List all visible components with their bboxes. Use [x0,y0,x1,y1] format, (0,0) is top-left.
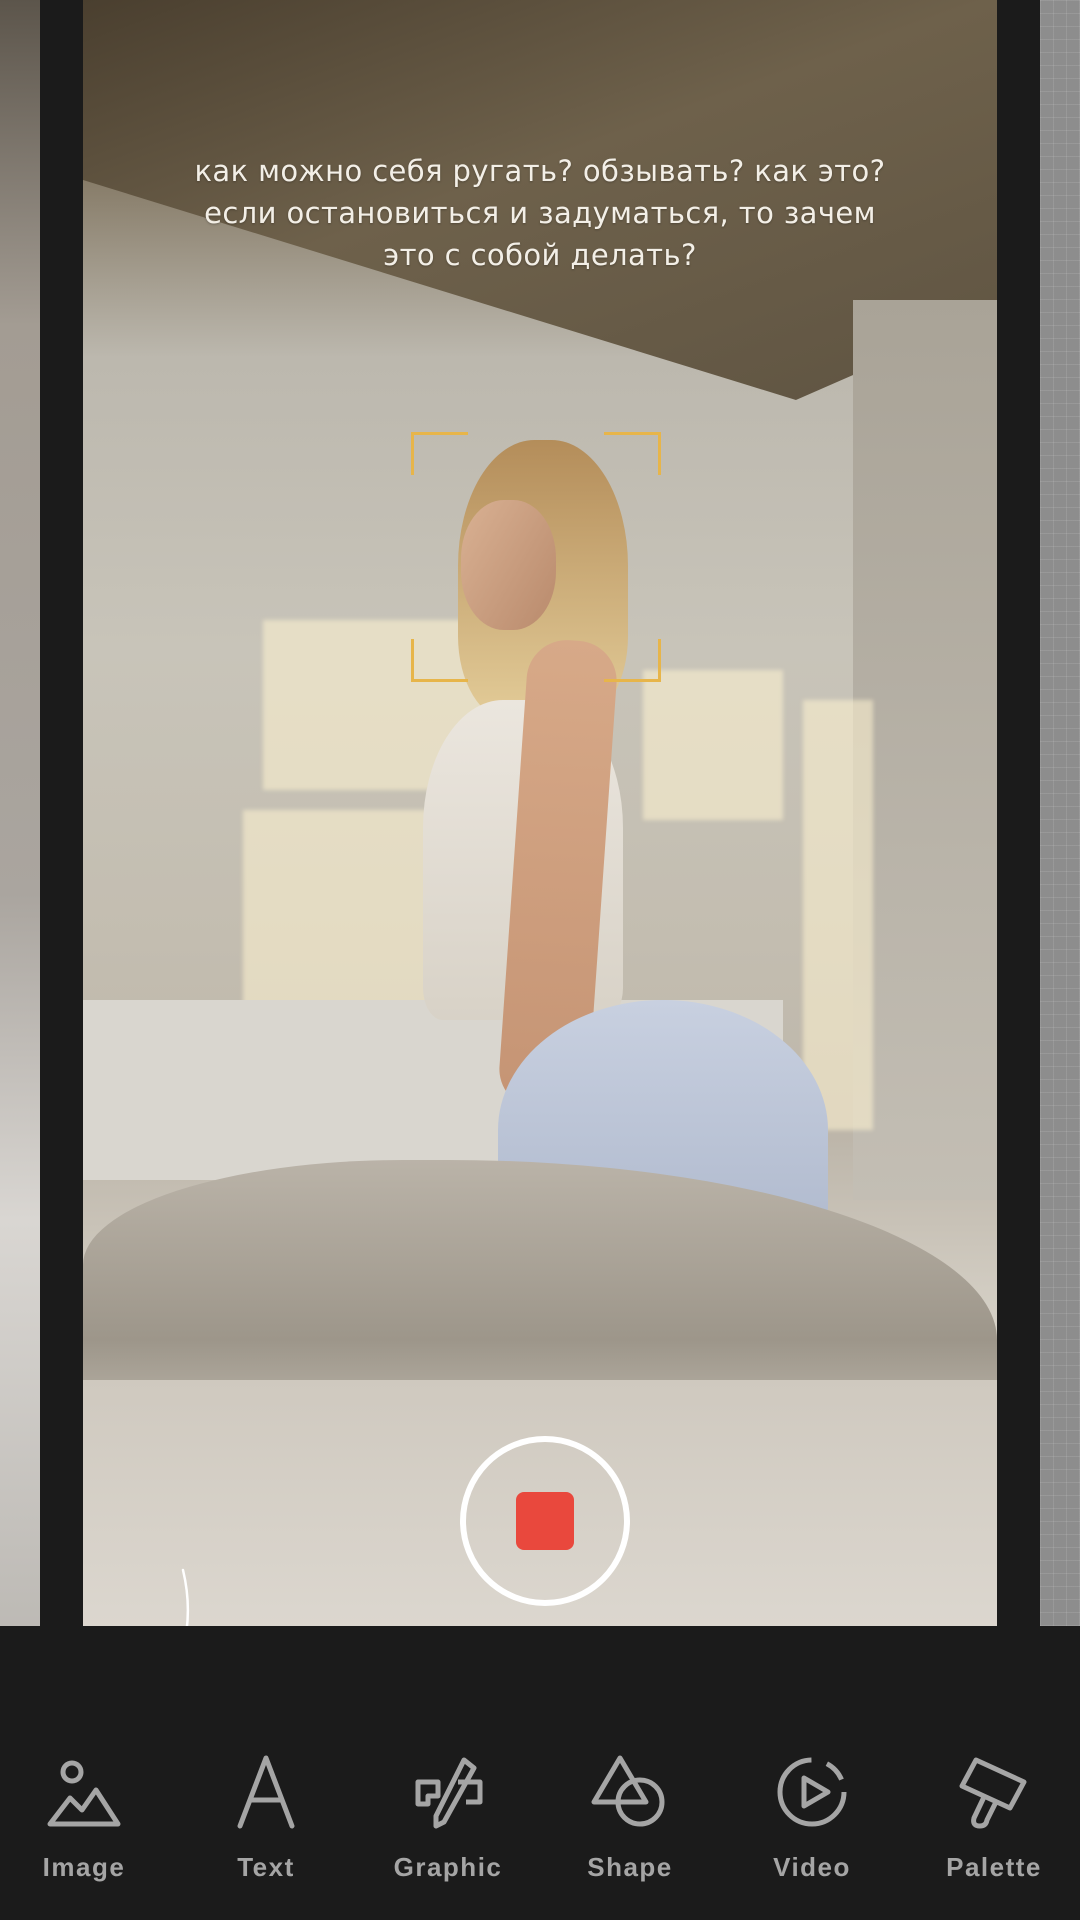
image-icon [47,1760,121,1827]
palette-icon [959,1757,1027,1829]
face-focus-frame [411,432,661,682]
sunlight-patch [803,700,873,1130]
graphic-icon [415,1757,483,1829]
caption-line: если остановиться и задуматься, то зачем [204,196,876,230]
editor-canvas: как можно себя ругать? обзывать? как это… [0,0,1080,1626]
toolbar-label: Graphic [393,1852,503,1882]
next-slide-preview[interactable] [1040,0,1080,1626]
toolbar-label: Text [237,1852,295,1882]
toolbar-item-image[interactable]: Image [14,1752,154,1902]
toolbar-label: Video [773,1852,851,1882]
shape-icon [591,1755,665,1827]
toolbar-item-video[interactable]: Video [742,1752,882,1902]
caption-line: как можно себя ругать? обзывать? как это… [194,154,886,188]
previous-slide-preview[interactable] [0,0,40,1626]
bottom-toolbar [0,1626,1080,1920]
focus-corner [604,639,661,682]
toolbar-label: Shape [587,1852,673,1882]
stop-icon [516,1492,574,1550]
toolbar-label: Palette [946,1852,1042,1882]
toolbar-label: Image [42,1852,126,1882]
story-caption[interactable]: как можно себя ругать? обзывать? как это… [83,150,997,276]
record-button[interactable] [460,1436,630,1606]
toolbar-item-palette[interactable]: Palette [924,1752,1064,1902]
photo-wall [853,300,997,1200]
sunlight-patch [643,670,783,820]
toolbar-item-text[interactable]: Text [196,1752,336,1902]
video-icon [777,1757,847,1827]
text-icon [237,1755,295,1829]
toolbar-item-graphic[interactable]: Graphic [378,1752,518,1902]
focus-corner [411,639,468,682]
toolbar-item-shape[interactable]: Shape [560,1752,700,1902]
caption-line: это с собой делать? [383,238,697,272]
focus-corner [604,432,661,475]
focus-corner [411,432,468,475]
